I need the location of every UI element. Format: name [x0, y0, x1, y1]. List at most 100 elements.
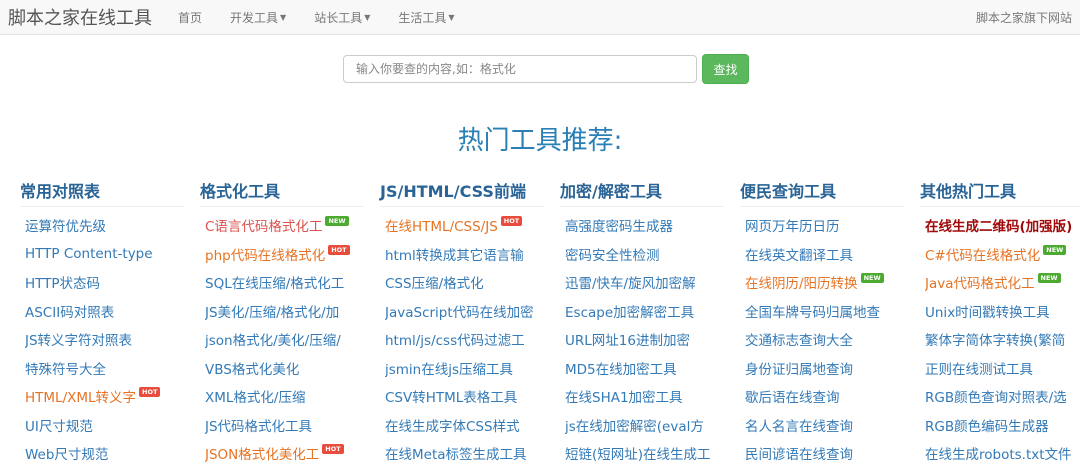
tool-link[interactable]: 全国车牌号码归属地查: [745, 301, 880, 321]
new-badge: NEW: [1043, 244, 1067, 255]
link-list: 网页万年历日历 在线英文翻译工具 在线阴历/阳历转换 NEW 全国车牌号码归属地查 交通标…: [740, 211, 920, 468]
nav-item-webmaster-tools[interactable]: 站长工具 ▼: [314, 9, 370, 26]
tool-link[interactable]: jsmin在线js压缩工具: [385, 358, 513, 378]
tool-link[interactable]: 在线英文翻译工具: [745, 244, 853, 264]
tool-link[interactable]: 繁体字简体字转换(繁简: [925, 329, 1065, 349]
tool-link[interactable]: php代码在线格式化: [205, 244, 325, 264]
tool-link[interactable]: 网页万年历日历: [745, 215, 840, 235]
tool-link[interactable]: 正则在线测试工具: [925, 358, 1033, 378]
link-list: C语言代码格式化工 NEW php代码在线格式化 HOT SQL在线压缩/格式化工 JS美…: [200, 211, 380, 468]
tool-link[interactable]: Java代码格式化工: [925, 272, 1035, 292]
tool-link-item: 全国车牌号码归属地查: [740, 297, 905, 326]
tool-link-item: CSV转HTML表格工具: [380, 382, 545, 411]
tool-link[interactable]: CSV转HTML表格工具: [385, 386, 517, 406]
brand-logo-text[interactable]: 脚本之家在线工具: [8, 4, 152, 30]
nav-right-link[interactable]: 脚本之家旗下网站: [976, 0, 1072, 34]
tool-link[interactable]: HTML/XML转义字: [25, 386, 136, 406]
tool-link-item: 在线英文翻译工具: [740, 240, 905, 269]
tool-link-item: 在线HTML/CSS/JS HOT: [380, 211, 545, 240]
tool-link-item: 正则在线测试工具: [920, 354, 1080, 383]
tool-link[interactable]: 在线生成robots.txt文件: [925, 443, 1072, 463]
hot-badge: HOT: [328, 244, 350, 255]
tool-link-item: jsmin在线js压缩工具: [380, 354, 545, 383]
tool-link-item: 繁体字简体字转换(繁简: [920, 325, 1080, 354]
tool-link[interactable]: URL网址16进制加密: [565, 329, 690, 349]
tool-columns: 常用对照表 运算符优先级 HTTP Content-type HTTP状态码 ASCII…: [20, 178, 1080, 468]
tool-link-item: XML格式化/压缩: [200, 382, 365, 411]
tool-link-item: JS代码格式化工具: [200, 411, 365, 440]
tool-link-item: JS美化/压缩/格式化/加: [200, 297, 365, 326]
tool-link[interactable]: 特殊符号大全: [25, 358, 106, 378]
tool-link[interactable]: SQL在线压缩/格式化工: [205, 272, 344, 292]
hot-badge: HOT: [500, 216, 523, 227]
tool-link-item: html/js/css代码过滤工: [380, 325, 545, 354]
tool-link[interactable]: RGB颜色查询对照表/选: [925, 386, 1067, 406]
tool-link-item: SQL在线压缩/格式化工: [200, 268, 365, 297]
tool-link[interactable]: 在线生成字体CSS样式: [385, 415, 520, 435]
column-divider: [20, 206, 184, 207]
link-list: 在线HTML/CSS/JS HOT html转换成其它语言输 CSS压缩/格式化 Jav…: [380, 211, 560, 468]
tool-link[interactable]: 运算符优先级: [25, 215, 106, 235]
tool-link[interactable]: 名人名言在线查询: [745, 415, 853, 435]
hero-title: 热门工具推荐:: [457, 126, 623, 156]
new-badge: NEW: [325, 216, 349, 227]
tool-link-item: RGB颜色编码生成器: [920, 411, 1080, 440]
tool-link[interactable]: HTTP Content-type: [25, 246, 153, 262]
tool-link[interactable]: 在线生成二维码(加强版): [925, 215, 1072, 235]
tool-link[interactable]: json格式化/美化/压缩/: [205, 329, 341, 349]
tool-link[interactable]: Unix时间戳转换工具: [925, 301, 1050, 321]
tool-link[interactable]: JSON格式化美化工: [205, 443, 319, 463]
column-title: 格式化工具: [200, 182, 281, 201]
search-button[interactable]: 查找: [702, 54, 749, 84]
tool-link-item: Java代码格式化工 NEW: [920, 268, 1080, 297]
tool-link-item: 运算符优先级: [20, 211, 185, 240]
tool-link[interactable]: VBS格式化美化: [205, 358, 299, 378]
tool-link[interactable]: 在线SHA1加密工具: [565, 386, 683, 406]
tool-link[interactable]: C#代码在线格式化: [925, 244, 1040, 264]
tool-link[interactable]: 歇后语在线查询: [745, 386, 840, 406]
tool-link[interactable]: Web尺寸规范: [25, 443, 108, 463]
tool-link[interactable]: 密码安全性检测: [565, 244, 660, 264]
tool-link[interactable]: 迅雷/快车/旋风加密解: [565, 272, 696, 292]
tool-link[interactable]: 在线阴历/阳历转换: [745, 272, 858, 292]
tool-link[interactable]: Escape加密解密工具: [565, 301, 694, 321]
tool-link[interactable]: RGB颜色编码生成器: [925, 415, 1049, 435]
tool-link[interactable]: JS代码格式化工具: [205, 415, 312, 435]
tool-link-item: 特殊符号大全: [20, 354, 185, 383]
nav-item-home[interactable]: 首页: [178, 9, 202, 26]
column-divider: [380, 206, 544, 207]
tool-link[interactable]: JS美化/压缩/格式化/加: [205, 301, 339, 321]
tool-link[interactable]: 在线Meta标签生成工具: [385, 443, 527, 463]
tool-link[interactable]: 交通标志查询大全: [745, 329, 853, 349]
tool-link[interactable]: html/js/css代码过滤工: [385, 329, 525, 349]
caret-down-icon: ▼: [364, 12, 371, 22]
nav-item-life-tools[interactable]: 生活工具 ▼: [398, 9, 454, 26]
search-input[interactable]: [343, 55, 697, 83]
tool-link[interactable]: JS转义字符对照表: [25, 329, 132, 349]
tool-link[interactable]: 高强度密码生成器: [565, 215, 673, 235]
tool-link[interactable]: js在线加密解密(eval方: [565, 415, 704, 435]
column-divider: [920, 206, 1080, 207]
tool-link-item: 交通标志查询大全: [740, 325, 905, 354]
tool-link[interactable]: HTTP状态码: [25, 272, 100, 292]
tool-link-item: Web尺寸规范: [20, 439, 185, 468]
tool-link[interactable]: 在线HTML/CSS/JS: [385, 215, 498, 235]
tool-link[interactable]: 民间谚语在线查询: [745, 443, 853, 463]
tool-link-item: ASCII码对照表: [20, 297, 185, 326]
tool-link[interactable]: C语言代码格式化工: [205, 215, 322, 235]
tool-link[interactable]: 短链(短网址)在线生成工: [565, 443, 711, 463]
tool-link[interactable]: XML格式化/压缩: [205, 386, 305, 406]
tool-link-item: MD5在线加密工具: [560, 354, 725, 383]
tool-column: 格式化工具 C语言代码格式化工 NEW php代码在线格式化 HOT SQL在线压缩/格式…: [200, 178, 380, 468]
tool-link[interactable]: 身份证归属地查询: [745, 358, 853, 378]
tool-link[interactable]: MD5在线加密工具: [565, 358, 677, 378]
tool-link[interactable]: CSS压缩/格式化: [385, 272, 484, 292]
nav-item-dev-tools[interactable]: 开发工具 ▼: [230, 9, 286, 26]
tool-link-item: 密码安全性检测: [560, 240, 725, 269]
tool-link[interactable]: UI尺寸规范: [25, 415, 93, 435]
tool-link-item: php代码在线格式化 HOT: [200, 240, 365, 269]
tool-link[interactable]: ASCII码对照表: [25, 301, 114, 321]
tool-link[interactable]: html转换成其它语言输: [385, 244, 524, 264]
tool-link[interactable]: JavaScript代码在线加密: [385, 301, 534, 321]
tool-link-item: HTML/XML转义字 HOT: [20, 382, 185, 411]
